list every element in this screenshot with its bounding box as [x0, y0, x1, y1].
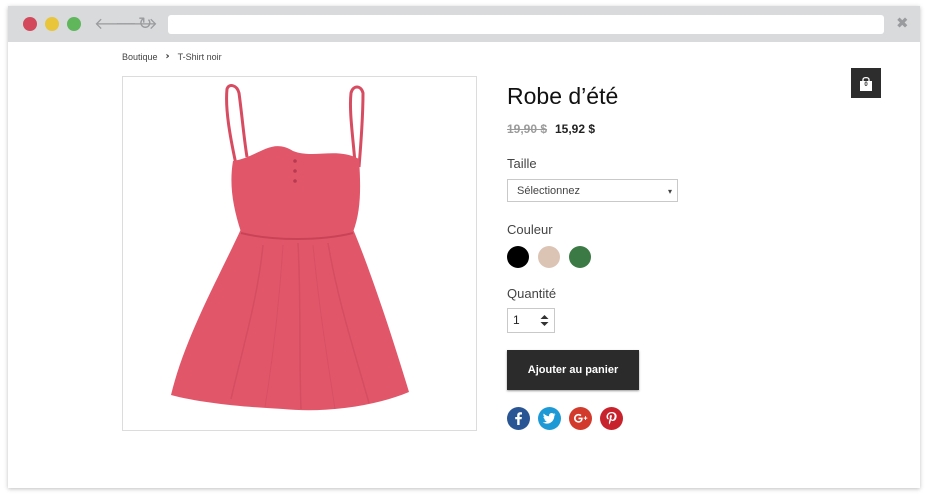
dress-image — [171, 84, 409, 411]
pinterest-icon[interactable] — [600, 407, 623, 430]
google-plus-icon[interactable] — [569, 407, 592, 430]
price-original: 19,90 $ — [507, 122, 548, 136]
window-close-dot[interactable] — [23, 17, 37, 31]
window-minimize-dot[interactable] — [45, 17, 59, 31]
cart-count-badge: 0 — [864, 82, 868, 88]
google-plus-glyph — [574, 413, 588, 423]
price-sale: 15,92 $ — [555, 122, 596, 136]
close-icon[interactable]: ✖ — [896, 14, 909, 32]
facebook-icon[interactable] — [507, 407, 530, 430]
browser-toolbar: 🡐 🡒 ↻ ✖ — [8, 6, 920, 42]
browser-window: 🡐 🡒 ↻ ✖ Boutique › T-Shirt noir 0 Robe d… — [8, 6, 920, 488]
quantity-stepper[interactable]: 1 — [507, 308, 555, 333]
chevron-down-icon: ▾ — [667, 187, 672, 196]
address-bar[interactable] — [168, 15, 884, 34]
breadcrumb-item-boutique[interactable]: Boutique — [122, 52, 158, 62]
product-image[interactable] — [122, 76, 477, 431]
quantity-value: 1 — [513, 313, 520, 327]
cart-button[interactable]: 0 — [851, 68, 881, 98]
breadcrumb: Boutique › T-Shirt noir — [122, 51, 222, 62]
pinterest-glyph — [606, 412, 617, 425]
color-swatch-green[interactable] — [569, 246, 591, 268]
breadcrumb-item-current: T-Shirt noir — [177, 51, 222, 62]
product-title: Robe d’été — [507, 83, 619, 109]
facebook-glyph — [515, 412, 522, 425]
color-label: Couleur — [507, 222, 553, 237]
twitter-icon[interactable] — [538, 407, 561, 430]
size-select[interactable]: Sélectionnez ▾ — [507, 179, 678, 202]
size-select-value: Sélectionnez — [517, 185, 580, 197]
reload-icon[interactable]: ↻ — [138, 14, 152, 34]
twitter-bird-glyph — [542, 413, 556, 424]
add-to-cart-button[interactable]: Ajouter au panier — [507, 350, 639, 390]
spinner-arrows-icon[interactable] — [540, 313, 549, 328]
window-maximize-dot[interactable] — [67, 17, 81, 31]
color-swatch-beige[interactable] — [538, 246, 560, 268]
quantity-label: Quantité — [507, 286, 557, 301]
color-swatch-black[interactable] — [507, 246, 529, 268]
chevron-right-icon: › — [165, 51, 170, 62]
size-label: Taille — [507, 156, 537, 171]
